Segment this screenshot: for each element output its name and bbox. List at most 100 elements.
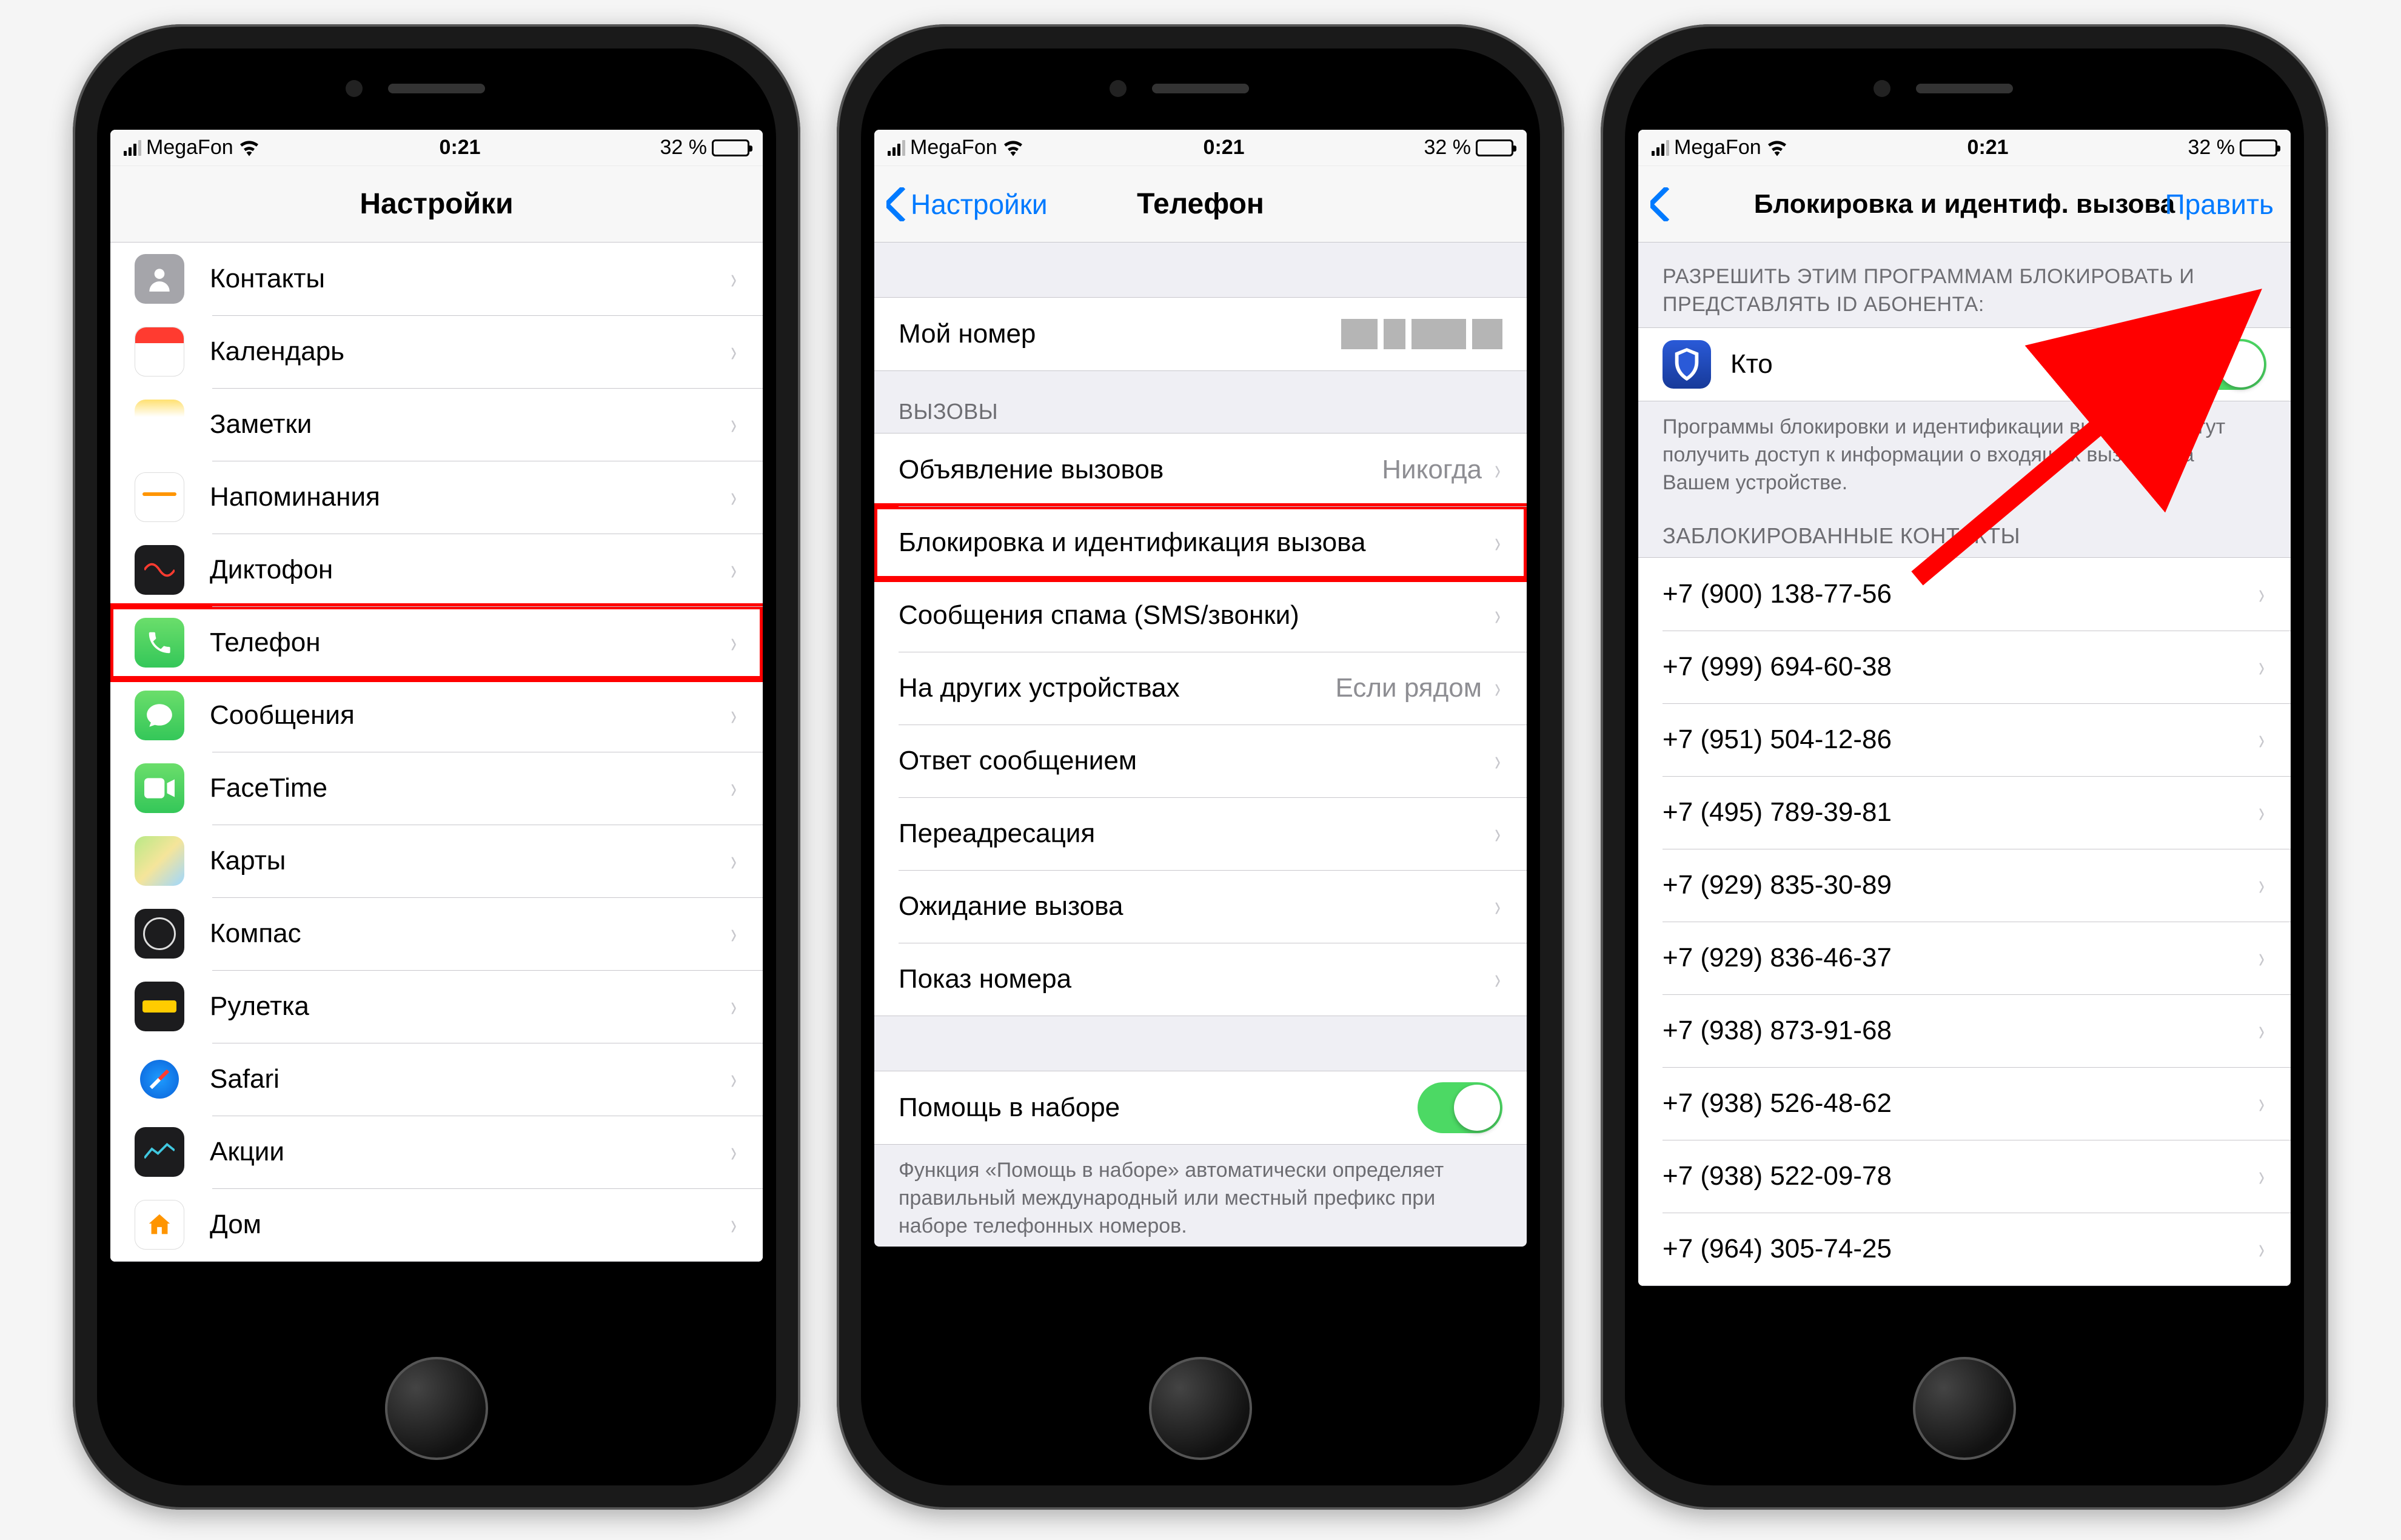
row-block-id[interactable]: Блокировка и идентификация вызова ›: [874, 506, 1527, 579]
row-label: Акции: [210, 1137, 729, 1167]
row-label: Напоминания: [210, 482, 729, 512]
row-label: Сообщения спама (SMS/звонки): [899, 600, 1493, 631]
row-caller-id[interactable]: Показ номера ›: [874, 943, 1527, 1016]
nav-edit-button[interactable]: Править: [2165, 188, 2274, 221]
status-bar: MegaFon 0:21 32 %: [874, 130, 1527, 166]
home-button[interactable]: [1149, 1357, 1252, 1460]
phone-bezel: MegaFon 0:21 32 % Настройки К: [97, 49, 776, 1485]
row-forward[interactable]: Переадресация ›: [874, 797, 1527, 870]
battery-icon: [2240, 139, 2277, 156]
carrier-label: MegaFon: [910, 136, 997, 159]
chevron-icon: ›: [2259, 1233, 2265, 1266]
home-button[interactable]: [1913, 1357, 2016, 1460]
row-detail: Если рядом: [1335, 673, 1482, 703]
contacts-icon: [135, 254, 184, 304]
chevron-icon: ›: [731, 772, 737, 805]
row-notes[interactable]: Заметки ›: [110, 388, 763, 461]
nav-title: Блокировка и идентиф. вызова: [1754, 189, 2175, 219]
row-waiting[interactable]: Ожидание вызова ›: [874, 870, 1527, 943]
row-announce[interactable]: Объявление вызовов Никогда ›: [874, 434, 1527, 506]
screen-settings: MegaFon 0:21 32 % Настройки К: [110, 130, 763, 1262]
blocked-row[interactable]: +7 (938) 522-09-78›: [1638, 1140, 2291, 1213]
blocked-row[interactable]: +7 (900) 138-77-56›: [1638, 558, 2291, 631]
row-label: Сообщения: [210, 700, 729, 731]
status-time: 0:21: [440, 136, 481, 159]
back-chevron-icon: [1650, 187, 1671, 221]
blocked-row[interactable]: +7 (951) 504-12-86›: [1638, 703, 2291, 776]
row-maps[interactable]: Карты ›: [110, 825, 763, 897]
row-dial-assist[interactable]: Помощь в наборе: [874, 1071, 1527, 1144]
chevron-icon: ›: [1495, 963, 1501, 996]
row-phone[interactable]: Телефон ›: [110, 606, 763, 679]
chevron-icon: ›: [1495, 745, 1501, 778]
wifi-icon: [1002, 139, 1024, 156]
wifi-icon: [1766, 139, 1788, 156]
phone-bezel: MegaFon 0:21 32 % Блокировка и идентиф. …: [1625, 49, 2304, 1485]
chevron-icon: ›: [1495, 890, 1501, 923]
row-label: Карты: [210, 846, 729, 876]
row-label: Блокировка и идентификация вызова: [899, 527, 1493, 558]
chevron-icon: ›: [2259, 651, 2265, 684]
row-label: Ожидание вызова: [899, 891, 1493, 922]
row-stocks[interactable]: Акции ›: [110, 1116, 763, 1188]
row-my-number[interactable]: Мой номер: [874, 298, 1527, 370]
row-messages[interactable]: Сообщения ›: [110, 679, 763, 752]
dial-assist-group: Помощь в наборе: [874, 1071, 1527, 1145]
row-reminders[interactable]: Напоминания ›: [110, 461, 763, 534]
row-detail: Никогда: [1382, 455, 1482, 485]
row-facetime[interactable]: FaceTime ›: [110, 752, 763, 825]
nav-back-button[interactable]: [1650, 187, 1675, 221]
signal-icon: [1652, 140, 1669, 156]
row-label: Компас: [210, 919, 729, 949]
dial-assist-toggle[interactable]: [1418, 1082, 1502, 1133]
apps-footer: Программы блокировки и идентификации выз…: [1638, 401, 2291, 503]
row-label: На других устройствах: [899, 673, 1335, 703]
stocks-icon: [135, 1127, 184, 1177]
row-measure[interactable]: Рулетка ›: [110, 970, 763, 1043]
nav-title: Телефон: [1137, 187, 1264, 221]
chevron-icon: ›: [731, 481, 737, 514]
blocked-header: ЗАБЛОКИРОВАННЫЕ КОНТАКТЫ: [1638, 503, 2291, 557]
chevron-icon: ›: [1495, 454, 1501, 487]
blocked-row[interactable]: +7 (938) 526-48-62›: [1638, 1067, 2291, 1140]
notes-icon: [135, 400, 184, 449]
carrier-label: MegaFon: [146, 136, 233, 159]
chevron-icon: ›: [731, 845, 737, 878]
row-voicememos[interactable]: Диктофон ›: [110, 534, 763, 606]
speaker-slot: [388, 84, 485, 93]
row-label: Календарь: [210, 336, 729, 367]
nav-back-button[interactable]: Настройки: [886, 187, 1048, 221]
blocked-row[interactable]: +7 (938) 873-91-68›: [1638, 994, 2291, 1067]
row-home[interactable]: Дом ›: [110, 1188, 763, 1261]
battery-pct: 32 %: [660, 136, 707, 159]
app-toggle[interactable]: [2182, 339, 2266, 390]
battery-pct: 32 %: [2188, 136, 2235, 159]
speaker-slot: [1916, 84, 2013, 93]
home-button[interactable]: [385, 1357, 488, 1460]
phone-mockup-2: MegaFon 0:21 32 % Настройки Телефон: [837, 24, 1564, 1510]
row-respond[interactable]: Ответ сообщением ›: [874, 725, 1527, 797]
phone-mockup-1: MegaFon 0:21 32 % Настройки К: [73, 24, 800, 1510]
redacted-number: [1341, 319, 1502, 349]
row-contacts[interactable]: Контакты ›: [110, 243, 763, 315]
row-spam[interactable]: Сообщения спама (SMS/звонки) ›: [874, 579, 1527, 652]
row-label: Заметки: [210, 409, 729, 440]
row-compass[interactable]: Компас ›: [110, 897, 763, 970]
my-number-group: Мой номер: [874, 297, 1527, 371]
blocked-row[interactable]: +7 (964) 305-74-25›: [1638, 1213, 2291, 1285]
blocked-number: +7 (929) 835-30-89: [1663, 870, 2257, 900]
chevron-icon: ›: [1495, 599, 1501, 632]
blocked-row[interactable]: +7 (495) 789-39-81›: [1638, 776, 2291, 849]
row-other-devices[interactable]: На других устройствах Если рядом ›: [874, 652, 1527, 725]
chevron-icon: ›: [2259, 578, 2265, 611]
row-calendar[interactable]: Календарь ›: [110, 315, 763, 388]
settings-list[interactable]: Контакты › Календарь › Заметки ›: [110, 242, 763, 1262]
status-time: 0:21: [1967, 136, 2009, 159]
blocked-row[interactable]: +7 (929) 836-46-37›: [1638, 922, 2291, 994]
nav-bar: Настройки Телефон: [874, 166, 1527, 243]
row-app-kto[interactable]: Кто: [1638, 328, 2291, 401]
blocked-row[interactable]: +7 (999) 694-60-38›: [1638, 631, 2291, 703]
calendar-icon: [135, 327, 184, 377]
blocked-row[interactable]: +7 (929) 835-30-89›: [1638, 849, 2291, 922]
row-safari[interactable]: Safari ›: [110, 1043, 763, 1116]
